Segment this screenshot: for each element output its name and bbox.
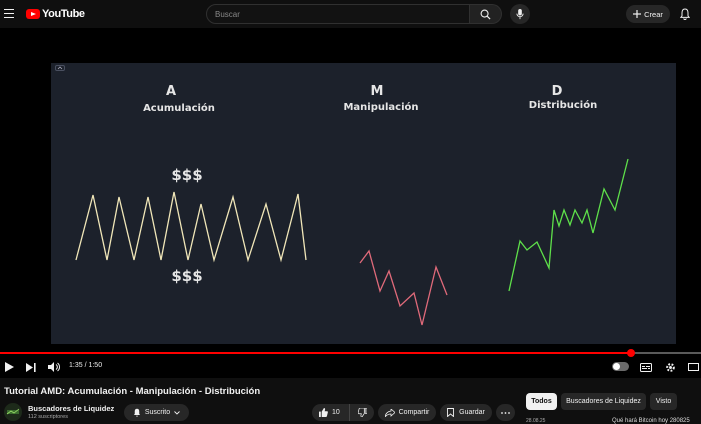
youtube-logo[interactable]: YouTube	[26, 8, 85, 20]
subscriber-count: 112 suscriptores	[28, 414, 68, 420]
progress-fill	[0, 352, 631, 354]
progress-bar[interactable]	[0, 349, 701, 357]
search-box	[206, 4, 470, 24]
time-display: 1:35 / 1:50	[69, 362, 103, 369]
theater-mode-icon	[687, 363, 699, 371]
more-actions-button[interactable]	[496, 404, 515, 421]
volume-icon	[48, 362, 60, 372]
video-slide: A Acumulación M Manipulación D Distribuc…	[51, 63, 676, 344]
subscribed-button[interactable]: Suscrito	[124, 404, 189, 421]
channel-avatar[interactable]	[4, 403, 22, 421]
chip-channel[interactable]: Buscadores de Liquidez	[561, 393, 646, 410]
accumulation-line	[75, 191, 307, 263]
create-button[interactable]: Crear	[626, 5, 670, 23]
play-icon	[4, 362, 14, 372]
skip-next-icon	[26, 362, 36, 372]
chevron-down-icon	[174, 410, 180, 415]
bell-icon	[680, 8, 690, 20]
microphone-icon	[516, 8, 524, 19]
next-video-date: 28.08.25	[526, 418, 546, 424]
logo-text: YouTube	[42, 8, 85, 20]
share-icon	[384, 408, 395, 417]
like-button[interactable]: 10	[312, 404, 350, 421]
amd-price-lines	[75, 158, 629, 326]
progress-scrubber-handle[interactable]	[626, 349, 635, 357]
search-icon	[480, 9, 491, 20]
video-player[interactable]: A Acumulación M Manipulación D Distribuc…	[0, 28, 701, 378]
plus-icon	[633, 10, 642, 18]
subtitles-button[interactable]	[639, 361, 653, 373]
channel-name[interactable]: Buscadores de Liquidez	[28, 404, 114, 413]
play-button[interactable]	[3, 361, 15, 373]
thumbs-down-icon	[357, 408, 367, 417]
save-button[interactable]: Guardar	[440, 404, 492, 421]
autoplay-knob	[613, 363, 620, 370]
share-button[interactable]: Compartir	[378, 404, 436, 421]
create-label: Crear	[644, 9, 663, 19]
theater-mode-button[interactable]	[686, 361, 700, 373]
settings-button[interactable]	[663, 361, 677, 373]
search-button[interactable]	[470, 4, 502, 24]
notifications-button[interactable]	[678, 6, 692, 22]
video-title: Tutorial AMD: Acumulación - Manipulación…	[4, 386, 261, 397]
autoplay-toggle[interactable]	[612, 362, 629, 371]
manipulation-line	[359, 249, 448, 326]
next-video-title[interactable]: Qué hará Bitcoin hoy 280825	[612, 418, 690, 424]
subtitles-icon	[640, 362, 652, 372]
voice-search-button[interactable]	[510, 4, 530, 24]
chip-todos[interactable]: Todos	[526, 393, 557, 410]
search-input[interactable]	[215, 5, 465, 23]
next-button[interactable]	[25, 361, 37, 373]
hamburger-menu-icon[interactable]	[4, 9, 14, 19]
bookmark-icon	[447, 408, 455, 417]
chip-watched[interactable]: Visto	[650, 393, 677, 410]
dislike-button[interactable]	[350, 404, 374, 421]
save-label: Guardar	[459, 409, 485, 416]
more-horizontal-icon	[501, 411, 510, 414]
like-dislike-group: 10	[312, 404, 374, 421]
distribution-line	[508, 158, 629, 292]
channel-logo-icon	[6, 408, 20, 415]
top-bar: YouTube Crear	[0, 0, 701, 28]
like-count: 10	[332, 409, 340, 416]
bell-icon	[133, 408, 140, 417]
share-label: Compartir	[398, 409, 430, 416]
thumbs-up-icon	[319, 408, 328, 417]
gear-icon	[665, 362, 675, 372]
youtube-play-logo-icon	[26, 9, 40, 19]
subscribed-label: Suscrito	[144, 409, 171, 416]
volume-button[interactable]	[47, 361, 61, 373]
